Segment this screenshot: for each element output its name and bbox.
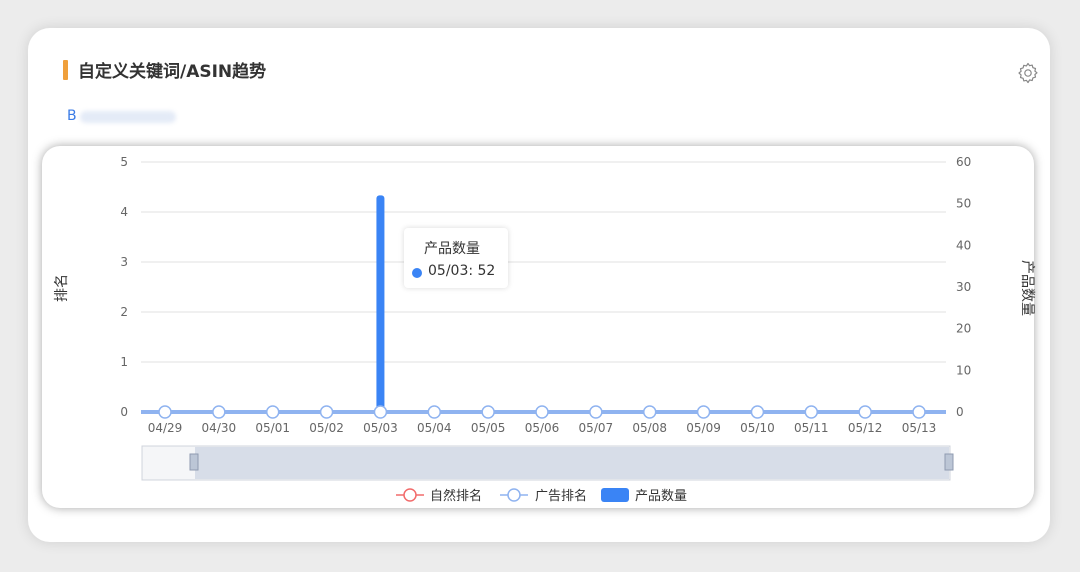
ad-rank-point[interactable] [427,405,442,419]
x-tick-label: 05/10 [740,421,775,435]
x-tick-label: 05/13 [902,421,937,435]
ad-rank-point[interactable] [265,405,280,419]
ad-rank-point[interactable] [804,405,819,419]
x-tick-label: 05/03 [363,421,398,435]
x-tick-label: 05/06 [525,421,560,435]
ad-rank-point[interactable] [642,405,657,419]
ad-rank-point[interactable] [589,405,603,419]
zoom-handle-left[interactable] [189,453,199,471]
left-axis-title: 排名 [54,274,70,302]
ad-rank-point[interactable] [373,405,388,419]
left-tick-label: 3 [120,255,128,269]
x-tick-label: 05/08 [632,421,667,435]
tooltip-series-dot [412,268,422,278]
ad-rank-point[interactable] [912,405,926,419]
x-tick-label: 05/02 [309,421,344,435]
right-tick-label: 0 [956,405,964,419]
right-axis-title: 产品数量 [1019,260,1035,316]
data-zoom-slider[interactable] [141,445,954,481]
right-tick-label: 40 [956,238,971,252]
x-tick-label: 05/12 [848,421,883,435]
zoom-selected-range[interactable] [195,447,949,479]
legend-item-product-count[interactable]: 产品数量 [601,488,687,504]
tooltip-title: 产品数量 [424,241,480,257]
left-tick-label: 2 [120,305,128,319]
ad-rank-point[interactable] [696,405,711,419]
ad-rank-point[interactable] [858,405,872,419]
x-tick-label: 05/01 [255,421,290,435]
ad-rank-point[interactable] [750,405,765,419]
ad-rank-point[interactable] [535,405,549,419]
right-tick-label: 30 [956,280,971,294]
ad-rank-point[interactable] [212,405,226,419]
legend-item-ad-rank[interactable]: 广告排名 [500,488,587,504]
legend: 自然排名 广告排名 产品数量 [396,488,687,504]
chart-tooltip: 产品数量 05/03: 52 [404,228,508,288]
legend-item-natural-rank[interactable]: 自然排名 [396,488,482,504]
right-tick-label: 20 [956,322,971,336]
left-tick-label: 1 [120,355,128,369]
x-tick-label: 04/30 [202,421,237,435]
x-tick-label: 05/11 [794,421,829,435]
x-tick-label: 05/04 [417,421,452,435]
right-tick-label: 60 [956,155,971,169]
legend-natural-rank-label: 自然排名 [430,488,482,504]
ad-rank-point[interactable] [481,405,495,419]
ad-rank-point[interactable] [319,405,334,419]
x-tick-label: 05/07 [579,421,614,435]
x-tick-label: 05/05 [471,421,506,435]
trend-chart: 0 1 2 3 4 5 0 10 20 30 40 50 60 04/29 04/30 05/01 05/0… [54,155,1035,504]
legend-product-count-label: 产品数量 [635,489,687,504]
right-tick-label: 10 [956,363,971,377]
left-tick-label: 4 [120,205,128,219]
ad-rank-point[interactable] [158,405,172,419]
x-tick-label: 04/29 [148,421,183,435]
left-tick-label: 0 [120,405,128,419]
x-tick-label: 05/09 [686,421,721,435]
right-tick-label: 50 [956,197,971,211]
tooltip-value: 05/03: 52 [428,263,496,279]
bar-product-count[interactable] [376,195,385,412]
left-tick-label: 5 [120,155,128,169]
legend-ad-rank-label: 广告排名 [535,488,587,504]
zoom-handle-right[interactable] [944,453,954,471]
